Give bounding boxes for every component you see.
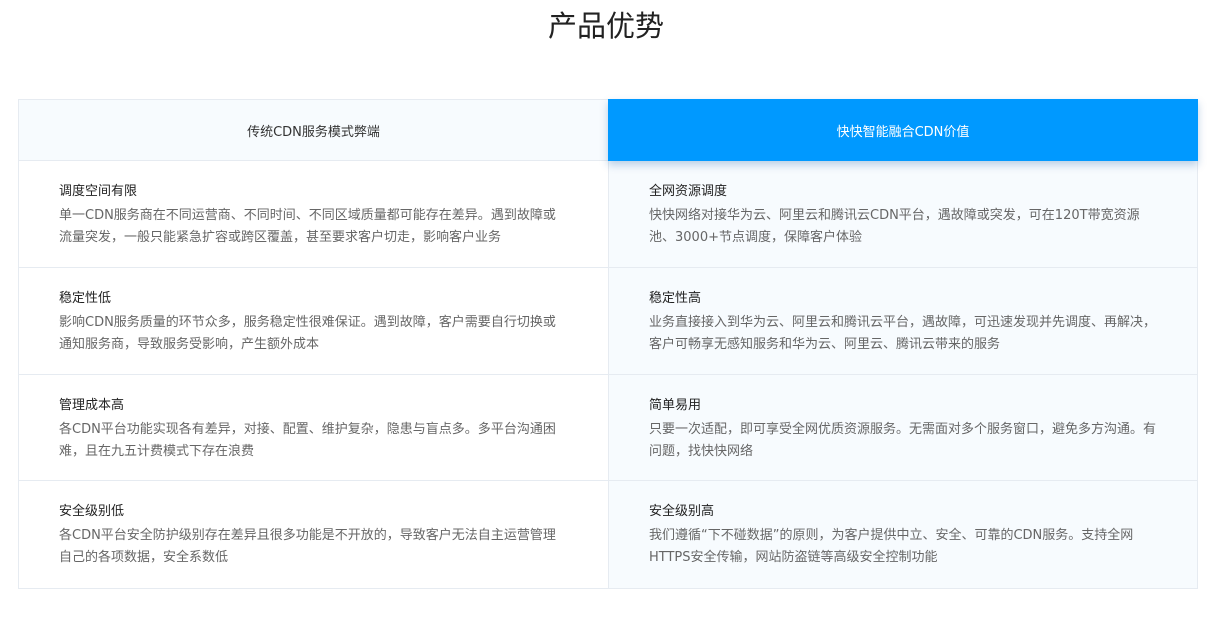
fusion-item: 简单易用 只要一次适配，即可享受全网优质资源服务。无需面对多个服务窗口，避免多方… <box>609 375 1197 482</box>
item-desc: 我们遵循“下不碰数据”的原则，为客户提供中立、安全、可靠的CDN服务。支持全网H… <box>649 528 1134 566</box>
fusion-column: 快快智能融合CDN价值 全网资源调度 快快网络对接华为云、阿里云和腾讯云CDN平… <box>608 99 1198 589</box>
item-desc: 单一CDN服务商在不同运营商、不同时间、不同区域质量都可能存在差异。遇到故障或流… <box>59 208 556 245</box>
item-desc: 业务直接接入到华为云、阿里云和腾讯云平台，遇故障，可迅速发现并先调度、再解决，客… <box>649 314 1157 352</box>
comparison-table: 传统CDN服务模式弊端 调度空间有限 单一CDN服务商在不同运营商、不同时间、不… <box>18 99 1198 589</box>
traditional-item: 安全级别低 各CDN平台安全防护级别存在差异且很多功能是不开放的，导致客户无法自… <box>19 481 608 588</box>
item-desc: 快快网络对接华为云、阿里云和腾讯云CDN平台，遇故障或突发，可在120T带宽资源… <box>649 208 1140 245</box>
fusion-item: 稳定性高 业务直接接入到华为云、阿里云和腾讯云平台，遇故障，可迅速发现并先调度、… <box>609 268 1197 375</box>
item-desc: 各CDN平台安全防护级别存在差异且很多功能是不开放的，导致客户无法自主运营管理自… <box>59 528 556 566</box>
fusion-item: 全网资源调度 快快网络对接华为云、阿里云和腾讯云CDN平台，遇故障或突发，可在1… <box>609 161 1197 268</box>
item-title: 全网资源调度 <box>649 184 728 199</box>
item-title: 稳定性低 <box>59 290 112 306</box>
fusion-item: 安全级别高 我们遵循“下不碰数据”的原则，为客户提供中立、安全、可靠的CDN服务… <box>609 481 1197 588</box>
traditional-item: 稳定性低 影响CDN服务质量的环节众多，服务稳定性很难保证。遇到故障，客户需要自… <box>19 268 608 375</box>
traditional-item: 调度空间有限 单一CDN服务商在不同运营商、不同时间、不同区域质量都可能存在差异… <box>19 161 608 268</box>
item-title: 简单易用 <box>649 397 702 413</box>
item-title: 安全级别高 <box>649 504 715 520</box>
item-desc: 影响CDN服务质量的环节众多，服务稳定性很难保证。遇到故障，客户需要自行切换或通… <box>59 314 556 352</box>
item-title: 安全级别低 <box>59 504 125 520</box>
traditional-item: 管理成本高 各CDN平台功能实现各有差异，对接、配置、维护复杂，隐患与盲点多。多… <box>19 375 608 482</box>
item-desc: 各CDN平台功能实现各有差异，对接、配置、维护复杂，隐患与盲点多。多平台沟通困难… <box>59 421 556 459</box>
item-title: 稳定性高 <box>649 290 702 306</box>
product-advantages-section: 产品优势 传统CDN服务模式弊端 调度空间有限 单一CDN服务商在不同运营商、不… <box>0 0 1212 624</box>
item-title: 管理成本高 <box>59 397 125 413</box>
traditional-header[interactable]: 传统CDN服务模式弊端 <box>19 100 608 161</box>
item-title: 调度空间有限 <box>59 184 138 199</box>
page-title: 产品优势 <box>547 9 664 43</box>
fusion-header[interactable]: 快快智能融合CDN价值 <box>608 99 1198 161</box>
traditional-column: 传统CDN服务模式弊端 调度空间有限 单一CDN服务商在不同运营商、不同时间、不… <box>18 99 608 589</box>
item-desc: 只要一次适配，即可享受全网优质资源服务。无需面对多个服务窗口，避免多方沟通。有问… <box>649 421 1157 459</box>
